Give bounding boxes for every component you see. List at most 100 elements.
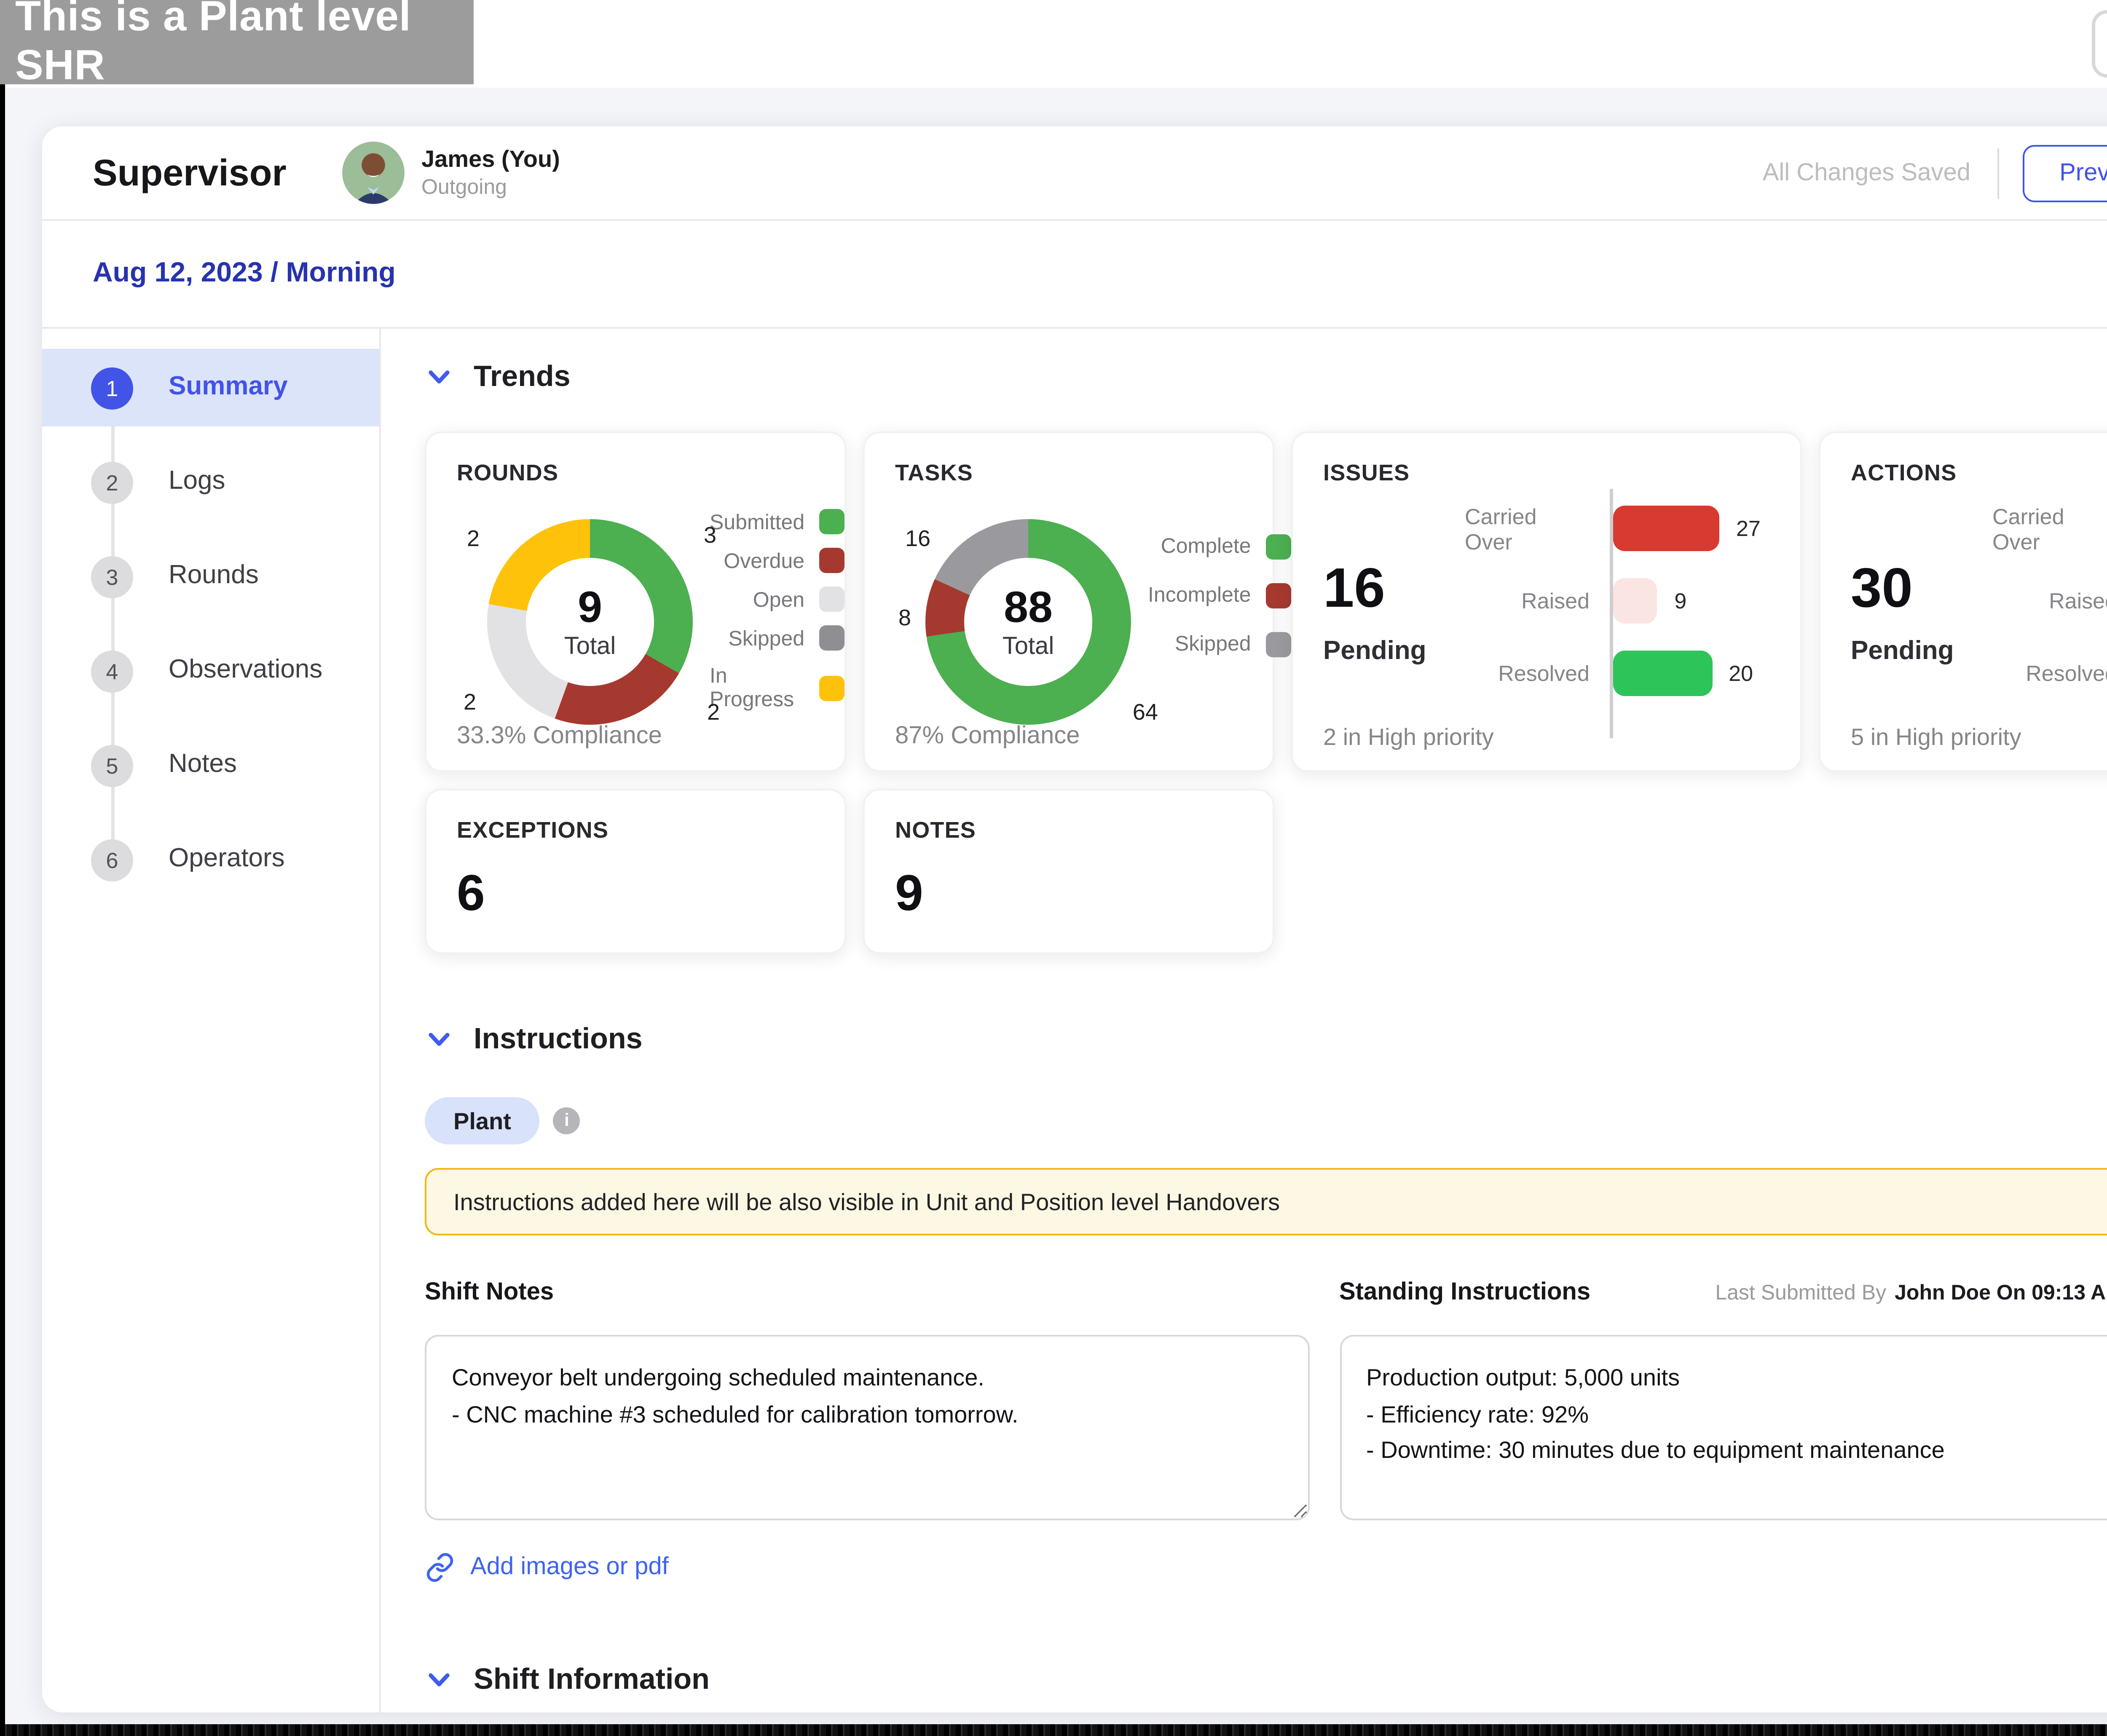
segment-value-label: 2	[707, 699, 720, 725]
exceptions-card: EXCEPTIONS 6	[425, 789, 846, 954]
tasks-compliance: 87% Compliance	[895, 723, 1080, 750]
instructions-section-toggle[interactable]: Instructions	[425, 1021, 2107, 1057]
shift-information-section-title: Shift Information	[474, 1662, 710, 1697]
chevron-down-icon	[425, 1025, 453, 1053]
notes-value: 9	[895, 866, 1242, 924]
legend-label: In Progress	[710, 664, 804, 711]
sidebar-item-notes[interactable]: 5 Notes	[42, 726, 379, 804]
user-info: James (You) Outgoing	[421, 145, 560, 200]
bar-category-label: Resolved	[1465, 651, 1610, 696]
rounds-donut-chart: 9 Total 3222	[487, 519, 693, 725]
legend-item: Skipped	[710, 625, 845, 651]
instructions-banner-text: Instructions added here will be also vis…	[453, 1188, 1280, 1215]
app-window: This is a Plant level SHR PDF View Super…	[0, 0, 2107, 1736]
sidebar-item-logs[interactable]: 2Logs	[42, 443, 379, 521]
bar-category-label: Raised	[1992, 578, 2107, 624]
role-title: Supervisor	[93, 151, 329, 195]
notes-card-title: NOTES	[895, 817, 1242, 843]
sidebar-item-observations[interactable]: 4 Observations	[42, 632, 379, 710]
last-submitted-by: John Doe On 09:13 AM	[1895, 1281, 2107, 1305]
shift-date-selector[interactable]: Aug 12, 2023 / Morning	[93, 258, 396, 290]
segment-value-label: 2	[467, 526, 480, 551]
step-number: 2	[91, 461, 133, 503]
info-icon[interactable]: i	[553, 1107, 580, 1134]
legend-label: Incomplete	[1148, 583, 1251, 607]
user-block: James (You) Outgoing	[342, 142, 560, 204]
legend-swatch	[1266, 582, 1292, 608]
shift-notes-field: Shift Notes Conveyor belt undergoing sch…	[425, 1279, 1309, 1520]
bar-category-label: Carried Over	[1992, 506, 2107, 551]
bar-value-label: 20	[1729, 661, 1753, 686]
previous-button[interactable]: Previous	[2023, 144, 2107, 201]
tasks-card-title: TASKS	[895, 460, 1242, 485]
shift-information-section-toggle[interactable]: Shift Information	[425, 1662, 2107, 1712]
trends-cards: ROUNDS 9 Total 3222 SubmittedOverdueOpen…	[425, 431, 2107, 954]
header-actions: All Changes Saved Previous Next	[1763, 144, 2107, 201]
rounds-compliance: 33.3% Compliance	[457, 723, 662, 750]
user-name: James (You)	[421, 145, 560, 175]
legend-item: Skipped	[1148, 631, 1292, 656]
save-status: All Changes Saved	[1763, 159, 1970, 186]
step-label: Notes	[169, 750, 237, 780]
view-pdf-button[interactable]: PDF View	[2092, 10, 2107, 78]
trends-section-toggle[interactable]: Trends	[425, 359, 2107, 394]
tasks-donut-chart: 88 Total 64816	[925, 519, 1131, 725]
step-label: Rounds	[169, 561, 259, 592]
issues-priority-footer: 2 in High priority	[1323, 723, 1494, 750]
segment-value-label: 8	[898, 605, 911, 631]
step-number: 3	[91, 555, 133, 597]
issues-card: ISSUES 16 Pending Carried OverRaisedReso…	[1291, 431, 1802, 772]
legend-label: Open	[753, 587, 804, 611]
tasks-legend: Complete Incomplete Skipped	[1148, 496, 1292, 725]
sidebar-item-rounds[interactable]: 3 Rounds	[42, 538, 379, 615]
legend-swatch	[820, 625, 845, 651]
segment-value-label: 16	[905, 526, 930, 551]
issues-card-title: ISSUES	[1323, 460, 1770, 485]
user-status: Outgoing	[421, 175, 560, 200]
window-left-edge	[0, 84, 5, 1736]
bar-row: 20	[1613, 651, 1770, 696]
issues-pending-label: Pending	[1323, 637, 1465, 667]
attachment-icon	[425, 1552, 455, 1583]
actions-priority-footer: 5 in High priority	[1851, 723, 2021, 750]
legend-item: In Progress	[710, 664, 845, 711]
tasks-total: 88	[1004, 584, 1053, 628]
legend-label: Complete	[1161, 534, 1251, 558]
bar-row: 27	[1613, 506, 1770, 551]
window-bottom-edge	[0, 1724, 2107, 1736]
legend-label: Skipped	[1175, 632, 1251, 656]
rounds-total: 9	[578, 584, 602, 628]
sidebar-item-operators[interactable]: 6Operators	[42, 821, 379, 898]
legend-swatch	[1266, 631, 1292, 656]
date-row: Aug 12, 2023 / Morning	[42, 221, 2107, 329]
add-images-or-pdf-link[interactable]: Add images or pdf	[425, 1552, 669, 1583]
plant-level-chip[interactable]: Plant	[425, 1097, 540, 1144]
actions-card-title: ACTIONS	[1851, 460, 2107, 485]
legend-label: Overdue	[724, 549, 804, 572]
step-number: 5	[91, 744, 133, 786]
actions-card: ACTIONS 30 Pending Carried OverRaisedRes…	[1819, 431, 2107, 772]
rounds-legend: Submitted Overdue Open Skipped In Progress	[710, 496, 845, 725]
legend-item: Open	[710, 587, 845, 612]
chevron-down-icon	[425, 1665, 453, 1694]
legend-swatch	[1266, 533, 1292, 559]
bar-value-label: 27	[1736, 516, 1761, 541]
actions-pending-value: 30	[1851, 556, 1992, 620]
legend-item: Submitted	[710, 509, 845, 534]
sidebar-item-summary[interactable]: 1Summary	[42, 349, 379, 426]
bar-value-label: 9	[1674, 588, 1686, 613]
step-label: Observations	[169, 656, 322, 686]
step-number: 4	[91, 650, 133, 692]
bar	[1613, 578, 1657, 624]
bar	[1613, 506, 1719, 551]
rounds-total-label: Total	[564, 633, 616, 660]
bar-category-label: Resolved	[1992, 651, 2107, 696]
standing-instructions-field: Standing Instructions Last Submitted By …	[1339, 1279, 2107, 1520]
handover-card: Supervisor James (You) Outgoing	[42, 126, 2107, 1712]
bar-row: 9	[1613, 578, 1770, 624]
summary-content: Trends ROUNDS 9 Total	[381, 329, 2107, 1712]
legend-swatch	[820, 675, 845, 700]
tasks-total-label: Total	[1003, 633, 1054, 660]
shift-notes-textarea[interactable]: Conveyor belt undergoing scheduled maint…	[425, 1335, 1309, 1520]
avatar	[342, 142, 405, 204]
